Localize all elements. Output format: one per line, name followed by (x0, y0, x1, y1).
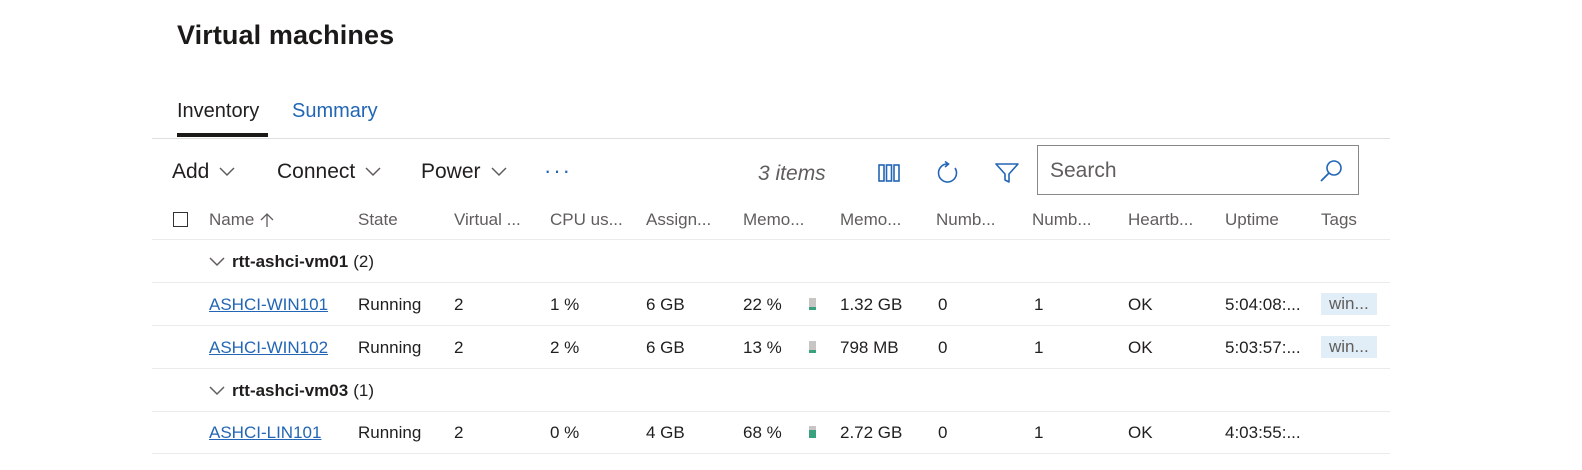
vm-name-link[interactable]: ASHCI-WIN102 (209, 338, 328, 358)
vm-number-2: 1 (1034, 423, 1044, 442)
vm-tag-chip[interactable]: win... (1321, 293, 1377, 315)
search-icon[interactable] (1318, 158, 1344, 184)
memory-pressure-bar (809, 426, 816, 438)
vm-name-link[interactable]: ASHCI-WIN101 (209, 295, 328, 315)
tab-summary[interactable]: Summary (292, 100, 378, 123)
column-header-uptime[interactable]: Uptime (1225, 210, 1279, 230)
sort-ascending-icon (260, 213, 274, 227)
column-header-memory-demand[interactable]: Memo... (840, 210, 901, 230)
memory-pressure-bar (809, 298, 816, 310)
tabs-divider (152, 138, 1390, 139)
vm-cpu-usage: 0 % (550, 423, 580, 442)
table-row[interactable]: ASHCI-LIN101 Running 2 0 % 4 GB 68 % 2.7… (152, 411, 1390, 454)
search-box (1037, 145, 1359, 195)
grid-header: Name State Virtual ... CPU us... Assign.… (152, 200, 1390, 240)
vm-assigned-memory: 6 GB (646, 295, 685, 314)
memory-pressure-bar-fill (809, 307, 816, 310)
vm-state: Running (358, 295, 422, 314)
table-row[interactable]: ASHCI-WIN102 Running 2 2 % 6 GB 13 % 798… (152, 326, 1390, 369)
search-input[interactable] (1048, 154, 1312, 188)
vm-memory-pressure: 13 % (743, 338, 782, 357)
vm-memory-demand: 1.32 GB (840, 295, 903, 314)
page-title: Virtual machines (177, 20, 395, 50)
vm-number-1: 0 (938, 423, 948, 442)
vm-heartbeat: OK (1128, 423, 1153, 442)
vm-heartbeat: OK (1128, 295, 1153, 314)
group-count: (1) (353, 381, 374, 400)
group-header-row: rtt-ashci-vm01 (2) (152, 240, 1390, 283)
group-name: rtt-ashci-vm01 (232, 252, 349, 271)
select-all-checkbox[interactable] (173, 212, 188, 227)
add-button[interactable]: Add (172, 160, 235, 184)
vm-number-1: 0 (938, 338, 948, 357)
vm-virtual-processors: 2 (454, 423, 464, 442)
vm-state: Running (358, 423, 422, 442)
vm-heartbeat: OK (1128, 338, 1153, 357)
vm-virtual-processors: 2 (454, 338, 464, 357)
connect-button[interactable]: Connect (277, 160, 381, 184)
memory-pressure-bar (809, 341, 816, 353)
group-name: rtt-ashci-vm03 (232, 381, 349, 400)
active-tab-indicator (177, 133, 268, 137)
vm-number-1: 0 (938, 295, 948, 314)
chevron-down-icon (219, 167, 235, 177)
column-options-icon[interactable] (876, 160, 902, 186)
filter-icon[interactable] (994, 160, 1020, 186)
vm-state: Running (358, 338, 422, 357)
vm-cpu-usage: 2 % (550, 338, 580, 357)
vm-memory-demand: 798 MB (840, 338, 899, 357)
memory-pressure-bar-fill (809, 350, 816, 353)
refresh-icon[interactable] (935, 160, 961, 186)
add-button-label: Add (172, 160, 210, 183)
column-header-number-1[interactable]: Numb... (936, 210, 996, 230)
column-header-name[interactable]: Name (209, 210, 275, 230)
tab-inventory[interactable]: Inventory (177, 100, 259, 123)
chevron-down-icon (365, 167, 381, 177)
vm-memory-demand: 2.72 GB (840, 423, 903, 442)
vm-name-link[interactable]: ASHCI-LIN101 (209, 423, 321, 443)
vm-cpu-usage: 1 % (550, 295, 580, 314)
memory-pressure-bar-fill (809, 430, 816, 438)
column-header-cpu-usage[interactable]: CPU us... (550, 210, 623, 230)
group-header: rtt-ashci-vm01 (2) (208, 252, 374, 272)
column-header-label: Name (209, 210, 255, 229)
chevron-down-icon[interactable] (208, 256, 226, 268)
vm-uptime: 5:04:08:... (1225, 295, 1301, 314)
vm-tag-chip[interactable]: win... (1321, 336, 1377, 358)
chevron-down-icon[interactable] (208, 385, 226, 397)
group-header: rtt-ashci-vm03 (1) (208, 381, 374, 401)
column-header-assigned-memory[interactable]: Assign... (646, 210, 711, 230)
more-actions-button[interactable]: ··· (544, 158, 572, 184)
toolbar: Add Connect Power ··· 3 items (0, 145, 1582, 200)
column-header-heartbeat[interactable]: Heartb... (1128, 210, 1193, 230)
vm-uptime: 5:03:57:... (1225, 338, 1301, 357)
table-row[interactable]: ASHCI-WIN101 Running 2 1 % 6 GB 22 % 1.3… (152, 283, 1390, 326)
vm-memory-pressure: 68 % (743, 423, 782, 442)
column-header-virtual-processors[interactable]: Virtual ... (454, 210, 521, 230)
items-count: 3 items (758, 162, 826, 185)
vm-assigned-memory: 4 GB (646, 423, 685, 442)
vm-uptime: 4:03:55:... (1225, 423, 1301, 442)
vm-memory-pressure: 22 % (743, 295, 782, 314)
column-header-tags[interactable]: Tags (1321, 210, 1357, 230)
column-header-memory-pressure[interactable]: Memo... (743, 210, 804, 230)
column-header-number-2[interactable]: Numb... (1032, 210, 1092, 230)
vm-assigned-memory: 6 GB (646, 338, 685, 357)
power-button[interactable]: Power (421, 160, 507, 184)
group-header-row: rtt-ashci-vm03 (1) (152, 369, 1390, 412)
chevron-down-icon (491, 167, 507, 177)
connect-button-label: Connect (277, 160, 356, 183)
vm-number-2: 1 (1034, 295, 1044, 314)
group-count: (2) (353, 252, 374, 271)
vm-number-2: 1 (1034, 338, 1044, 357)
vm-virtual-processors: 2 (454, 295, 464, 314)
column-header-state[interactable]: State (358, 210, 398, 230)
power-button-label: Power (421, 160, 481, 183)
